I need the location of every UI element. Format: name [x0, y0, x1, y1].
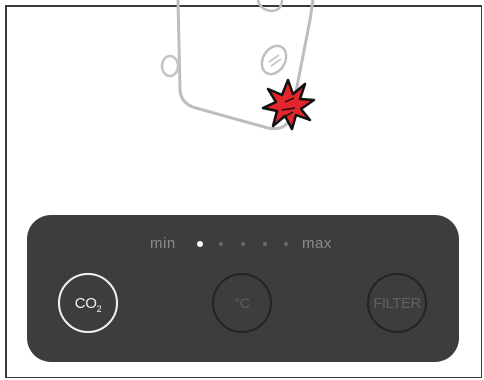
level-dot-2[interactable]	[219, 242, 223, 246]
filter-button[interactable]: FILTER	[367, 273, 427, 333]
level-min-label: min	[150, 235, 176, 252]
co2-label: CO2	[74, 294, 102, 314]
filter-label: FILTER	[373, 294, 421, 312]
level-dot-1[interactable]	[197, 241, 203, 247]
co2-button[interactable]: CO2	[58, 273, 118, 333]
level-indicator: min max	[27, 215, 459, 265]
temperature-button[interactable]: °C	[212, 273, 272, 333]
level-max-label: max	[302, 235, 332, 252]
temperature-label: °C	[234, 295, 250, 311]
level-dot-5[interactable]	[284, 242, 288, 246]
lock-knob-icon	[260, 44, 288, 76]
screw-top-icon	[256, 0, 284, 13]
control-panel: min max CO2 °C FILTER	[27, 215, 459, 362]
level-dot-4[interactable]	[263, 242, 267, 246]
device-illustration	[160, 0, 316, 131]
level-dot-3[interactable]	[241, 242, 245, 246]
red-splat-icon	[261, 78, 316, 131]
